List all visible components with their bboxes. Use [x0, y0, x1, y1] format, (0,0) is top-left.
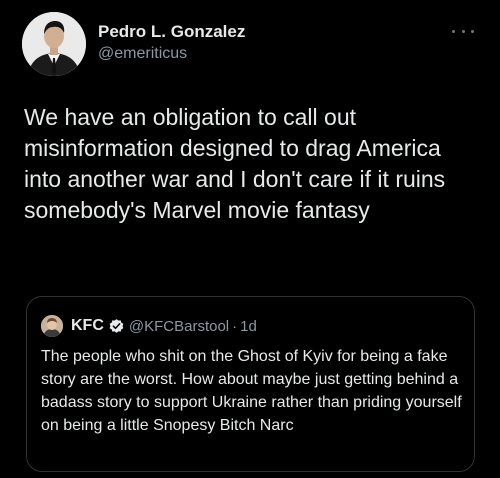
- more-dot: [471, 29, 474, 33]
- quoted-tweet-card[interactable]: KFC @KFCBarstool · 1d The people who shi…: [26, 296, 475, 472]
- quoted-author-avatar[interactable]: [41, 315, 63, 337]
- quoted-author-handle[interactable]: @KFCBarstool: [129, 318, 229, 335]
- more-horizontal-icon[interactable]: [452, 26, 474, 36]
- verified-badge-icon: [109, 318, 124, 333]
- tweet-text: We have an obligation to call out misinf…: [24, 104, 446, 223]
- more-dot: [461, 29, 465, 33]
- quoted-separator: ·: [232, 317, 238, 335]
- author-name[interactable]: Pedro L. Gonzalez: [98, 22, 245, 42]
- tweet-card: Pedro L. Gonzalez @emeriticus We have an…: [0, 0, 500, 478]
- more-dot: [452, 29, 455, 33]
- quoted-tweet-header: KFC @KFCBarstool · 1d: [41, 315, 257, 337]
- quoted-tweet-text: The people who shit on the Ghost of Kyiv…: [41, 348, 462, 434]
- quoted-author-name[interactable]: KFC: [71, 317, 104, 335]
- quoted-avatar-photo: [41, 315, 63, 337]
- quoted-timestamp[interactable]: 1d: [240, 318, 257, 335]
- author-info: Pedro L. Gonzalez @emeriticus: [98, 22, 245, 64]
- author-handle[interactable]: @emeriticus: [98, 44, 245, 64]
- avatar-photo: [22, 12, 86, 76]
- author-avatar[interactable]: [22, 12, 86, 76]
